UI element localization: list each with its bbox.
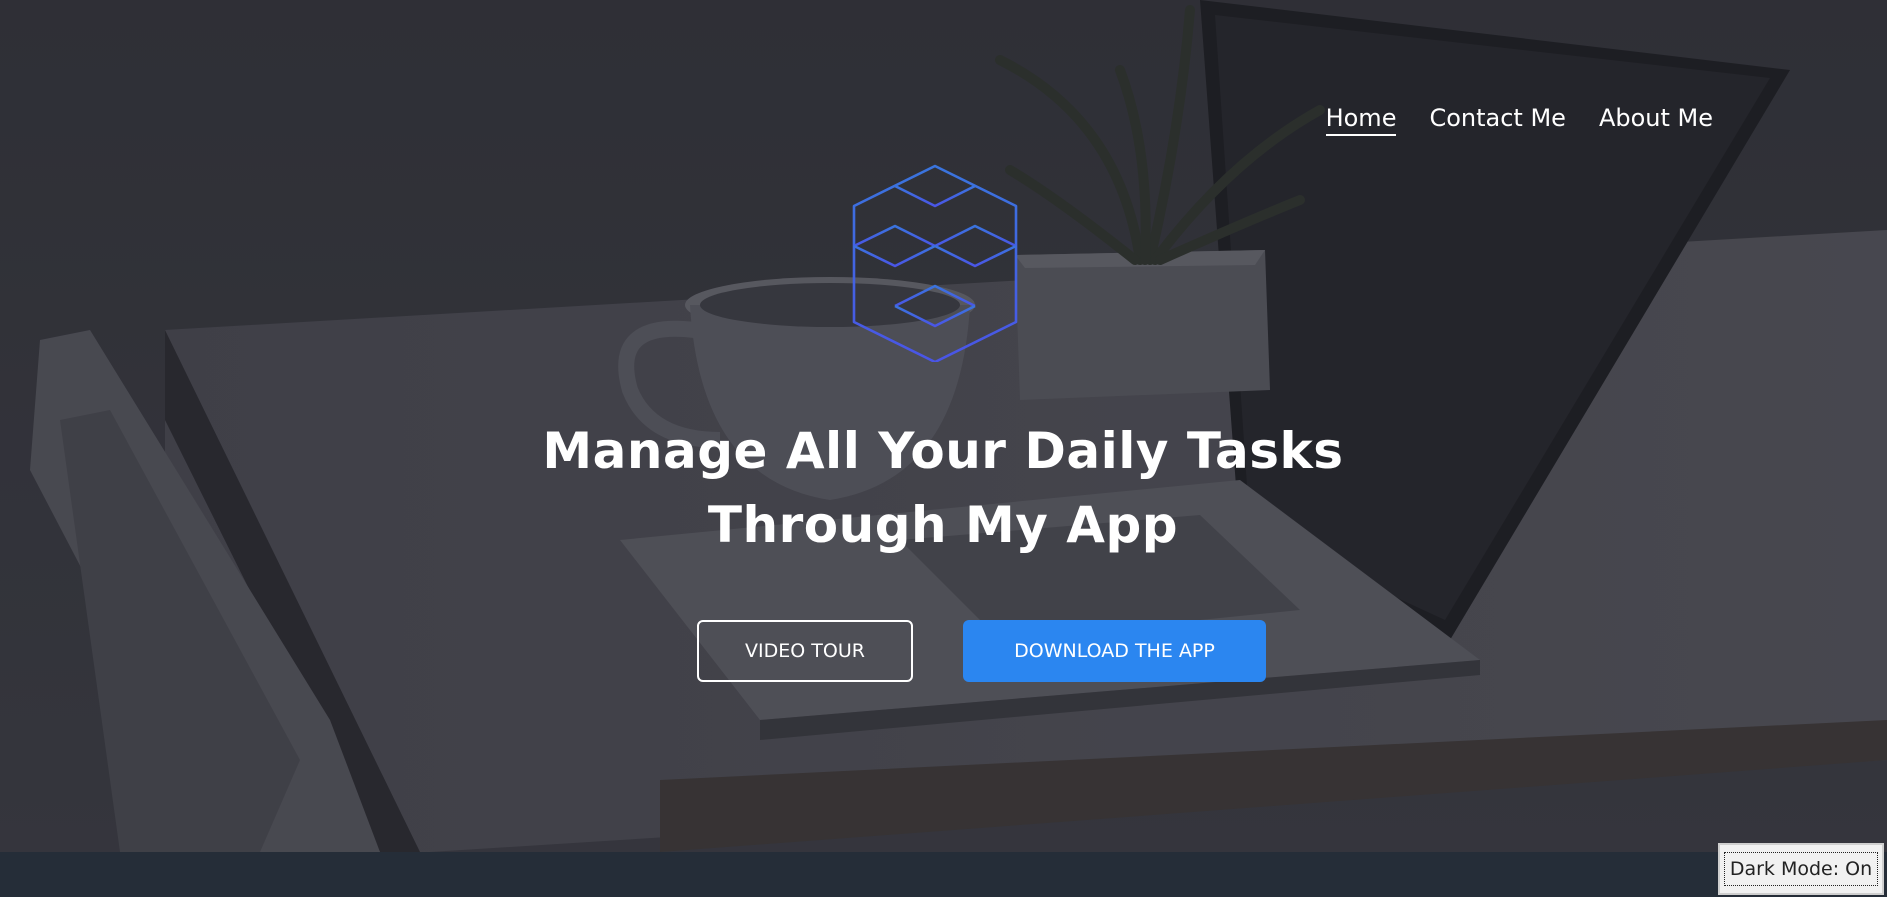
main-nav: Home Contact Me About Me (1325, 104, 1713, 136)
nav-item-home[interactable]: Home (1325, 104, 1397, 136)
nav-item-about-me[interactable]: About Me (1599, 104, 1713, 134)
section-divider-band (0, 852, 1887, 897)
dark-mode-toggle-label: Dark Mode: On (1723, 852, 1879, 886)
hero-headline-line1: Manage All Your Daily Tasks (542, 422, 1344, 480)
hero-headline: Manage All Your Daily Tasks Through My A… (443, 414, 1443, 562)
download-app-button[interactable]: Download the App (963, 620, 1266, 682)
cube-stack-icon (852, 164, 1018, 362)
hero-section: Home Contact Me About Me Manage All Your… (0, 0, 1887, 852)
video-tour-button[interactable]: Video Tour (697, 620, 913, 682)
hero-headline-line2: Through My App (707, 496, 1179, 554)
nav-item-contact-me[interactable]: Contact Me (1429, 104, 1565, 134)
dark-mode-toggle[interactable]: Dark Mode: On (1718, 843, 1884, 895)
